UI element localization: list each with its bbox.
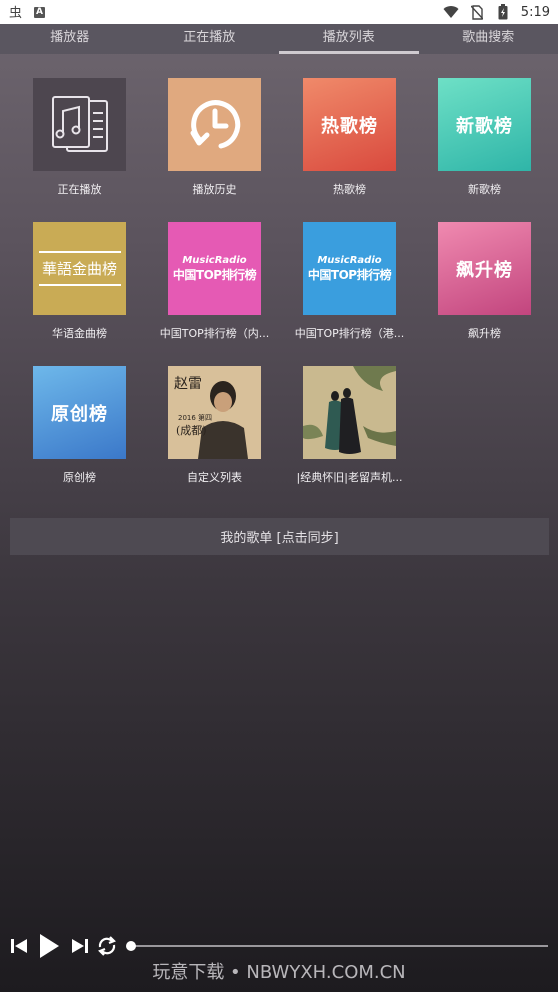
no-sim-icon [469,4,485,20]
playlist-label: 正在播放 [57,183,102,196]
original-thumb: 原创榜 [33,366,126,459]
tab-song-search[interactable]: 歌曲搜索 [419,24,558,54]
playlist-label: 中国TOP排行榜（内... [159,327,270,340]
playlist-label: 飙升榜 [468,327,501,340]
thumb-title: 热歌榜 [321,115,378,137]
playlist-grid: 正在播放 播放历史 热歌榜 热歌榜 新歌榜 新歌榜 華語金曲榜 华语金曲榜 Mu… [12,68,552,490]
playlist-new-songs[interactable]: 新歌榜 新歌榜 [417,68,552,202]
playlist-china-top-mainland[interactable]: MusicRadio 中国TOP排行榜 中国TOP排行榜（内... [147,212,282,346]
musicradio-logo: MusicRadio 中国TOP排行榜 [307,254,392,283]
logo-line2: 中国TOP排行榜 [172,267,257,282]
china-top-thumb: MusicRadio 中国TOP排行榜 [168,222,261,315]
rising-thumb: 飙升榜 [438,222,531,315]
tab-bar: 播放器 正在播放 播放列表 歌曲搜索 [0,24,558,54]
a-icon: A [34,6,45,18]
playlist-classic-nostalgia[interactable]: |经典怀旧|老留声机... [282,356,417,490]
svg-text:虫: 虫 [9,6,22,20]
history-thumb [168,78,261,171]
tab-player[interactable]: 播放器 [0,24,140,54]
logo-line1: MusicRadio [317,254,382,266]
chinese-hits-thumb: 華語金曲榜 [33,222,126,315]
thumb-title: 飙升榜 [456,259,513,281]
progress-knob[interactable] [126,941,136,951]
playlist-history[interactable]: 播放历史 [147,68,282,202]
painting-image [303,366,396,459]
clock: 5:19 [520,4,550,20]
cover-text-2: 2016 第四 [178,413,212,422]
playlist-china-top-hk[interactable]: MusicRadio 中国TOP排行榜 中国TOP排行榜（港... [282,212,417,346]
playlist-custom[interactable]: 赵雷 2016 第四 (成都) 自定义列表 [147,356,282,490]
cover-text-3: (成都) [176,424,207,437]
logo-line2: 中国TOP排行榜 [307,267,392,282]
chinese-char-icon: 虫 [8,4,24,20]
wifi-icon [443,4,459,20]
playlist-label: 原创榜 [63,471,96,484]
china-top-thumb: MusicRadio 中国TOP排行榜 [303,222,396,315]
new-songs-thumb: 新歌榜 [438,78,531,171]
playlist-label: 中国TOP排行榜（港... [294,327,405,340]
progress-track[interactable] [130,945,548,947]
thumb-title: 華語金曲榜 [41,260,117,278]
thumb-title: 原创榜 [51,403,108,425]
play-icon[interactable] [32,931,66,961]
now-playing-thumb [33,78,126,171]
playlist-now-playing[interactable]: 正在播放 [12,68,147,202]
playlist-original[interactable]: 原创榜 原创榜 [12,356,147,490]
album-cover-image: 赵雷 2016 第四 (成都) [168,366,261,459]
classic-thumb [303,366,396,459]
playlist-chinese-hits[interactable]: 華語金曲榜 华语金曲榜 [12,212,147,346]
tab-playlist[interactable]: 播放列表 [279,24,419,54]
next-icon[interactable] [66,931,94,961]
playlist-hot-songs[interactable]: 热歌榜 热歌榜 [282,68,417,202]
playlist-label: 自定义列表 [187,471,242,484]
musicradio-logo: MusicRadio 中国TOP排行榜 [172,254,257,283]
custom-thumb: 赵雷 2016 第四 (成都) [168,366,261,459]
hot-songs-thumb: 热歌榜 [303,78,396,171]
history-clock-icon [190,99,240,148]
playlist-label: |经典怀旧|老留声机... [296,471,403,484]
playlist-label: 新歌榜 [468,183,501,196]
watermark: 玩意下载 • NBWYXH.COM.CN [152,962,406,983]
my-playlist-sync-button[interactable]: 我的歌单 [点击同步] [10,518,549,555]
repeat-icon[interactable] [94,931,120,961]
playlist-label: 播放历史 [192,183,237,196]
status-bar: 虫 A 5:19 [0,0,558,24]
battery-icon [495,4,511,20]
music-sheet-icon [51,95,108,152]
tab-now-playing[interactable]: 正在播放 [140,24,280,54]
playlist-label: 华语金曲榜 [52,327,107,340]
previous-icon[interactable] [6,931,32,961]
thumb-title: 新歌榜 [456,115,513,137]
cover-text-1: 赵雷 [174,376,202,392]
playlist-label: 热歌榜 [333,183,366,196]
logo-line1: MusicRadio [182,254,247,266]
playlist-rising[interactable]: 飙升榜 飙升榜 [417,212,552,346]
